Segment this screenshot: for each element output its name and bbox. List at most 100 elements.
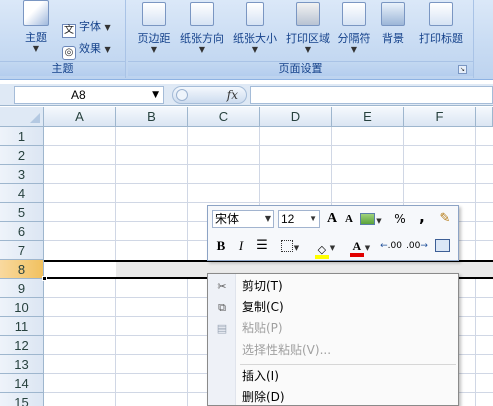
menu-item-insert[interactable]: 插入(I) (208, 367, 458, 386)
row-header[interactable]: 15 (0, 393, 44, 406)
row-header[interactable]: 9 (0, 279, 44, 298)
row-header[interactable]: 11 (0, 317, 44, 336)
comma-style-button[interactable]: , (416, 208, 428, 226)
copy-icon: ⧉ (218, 301, 226, 314)
name-box[interactable]: A8 ▼ (14, 86, 164, 104)
margins-icon (142, 2, 166, 26)
theme-fonts-button[interactable]: 文字体 ▼ (62, 18, 111, 38)
fill-handle[interactable] (42, 276, 47, 281)
effects-icon: ◎ (62, 46, 76, 60)
select-all-button[interactable] (0, 107, 44, 127)
font-color-button[interactable]: A ▼ (346, 237, 374, 257)
row-header[interactable]: 6 (0, 222, 44, 241)
gridline (44, 202, 493, 203)
margins-button[interactable]: 页边距 ▼ (134, 2, 174, 54)
menu-separator (240, 364, 456, 365)
themes-button[interactable]: 主题 ▼ (16, 0, 56, 53)
page-setup-group-label: 页面设置 (128, 61, 473, 76)
column-header-f[interactable]: F (404, 107, 476, 127)
formula-controls: fx (172, 86, 247, 104)
font-size-select[interactable]: 12 ▼ (278, 210, 320, 228)
theme-effects-button[interactable]: ◎ 效果 ▼ (62, 40, 111, 60)
themes-group: 主题 ▼ 文字体 ▼ ◎ 效果 ▼ 主题 (0, 0, 126, 78)
borders-icon (280, 240, 293, 252)
background-icon (381, 2, 405, 26)
ribbon: 主题 ▼ 文字体 ▼ ◎效果 ▼ 主题 页边距 ▼ 纸张方向 ▼ 纸张大小 ▼ (0, 0, 493, 80)
gridline (44, 183, 493, 184)
chevron-down-icon: ▼ (150, 45, 158, 54)
breaks-icon (342, 2, 366, 26)
printer-icon (296, 2, 320, 26)
row-header[interactable]: 1 (0, 127, 44, 146)
borders-button[interactable]: ▼ (276, 237, 304, 255)
align-center-icon[interactable]: ☰ (254, 237, 270, 255)
chevron-down-icon: ▼ (32, 44, 40, 53)
column-header-g[interactable] (476, 107, 493, 127)
print-titles-icon (429, 2, 453, 26)
row-header[interactable]: 14 (0, 374, 44, 393)
grow-font-button[interactable]: A (324, 210, 340, 228)
column-header-a[interactable]: A (44, 107, 116, 127)
print-area-button[interactable]: 打印区域 ▼ (283, 2, 333, 54)
chevron-down-icon: ▼ (350, 45, 358, 54)
breaks-button[interactable]: 分隔符 ▼ (335, 2, 373, 54)
menu-item-paste[interactable]: ▤ 粘贴(P) (208, 319, 458, 338)
italic-button[interactable]: I (234, 237, 248, 255)
active-cell-a8[interactable] (44, 262, 116, 277)
formula-bar: A8 ▼ fx (0, 84, 493, 106)
row-header[interactable]: 13 (0, 355, 44, 374)
orientation-icon (190, 2, 214, 26)
row-header[interactable]: 4 (0, 184, 44, 203)
expand-icon[interactable] (176, 89, 188, 101)
chevron-down-icon: ▼ (264, 214, 271, 223)
context-menu: ✂ 剪切(T) ⧉ 复制(C) ▤ 粘贴(P) 选择性粘贴(V)... 插入(I… (207, 273, 459, 406)
percent-style-button[interactable]: % (392, 210, 408, 228)
size-button[interactable]: 纸张大小 ▼ (229, 2, 281, 54)
dialog-launcher-icon[interactable]: ↘ (458, 65, 467, 74)
chevron-down-icon[interactable]: ▼ (152, 87, 159, 103)
column-header-b[interactable]: B (116, 107, 188, 127)
menu-item-paste-special[interactable]: 选择性粘贴(V)... (208, 341, 458, 360)
menu-item-delete[interactable]: 删除(D) (208, 388, 458, 406)
orientation-button[interactable]: 纸张方向 ▼ (176, 2, 228, 54)
insert-function-button[interactable]: fx (227, 87, 238, 103)
row-header[interactable]: 7 (0, 241, 44, 260)
chevron-down-icon: ▼ (198, 45, 206, 54)
column-header-c[interactable]: C (188, 107, 260, 127)
decrease-decimal-button[interactable]: .00→ (406, 237, 428, 255)
page-setup-group: 页边距 ▼ 纸张方向 ▼ 纸张大小 ▼ 打印区域 ▼ 分隔符 ▼ 背景 打印标题… (128, 0, 474, 78)
format-painter-icon[interactable]: ✎ (436, 210, 454, 228)
print-titles-button[interactable]: 打印标题 (415, 2, 467, 46)
row-header[interactable]: 2 (0, 146, 44, 165)
bold-button[interactable]: B (214, 237, 228, 255)
column-header-d[interactable]: D (260, 107, 332, 127)
fill-color-button[interactable]: ◇ ▼ (310, 237, 340, 259)
gridline (44, 145, 493, 146)
row-header[interactable]: 10 (0, 298, 44, 317)
chevron-down-icon: ▼ (251, 45, 259, 54)
row-header[interactable]: 5 (0, 203, 44, 222)
background-button[interactable]: 背景 (378, 2, 408, 46)
merge-icon-shape (434, 239, 450, 252)
chevron-down-icon: ▼ (376, 217, 382, 225)
menu-item-cut[interactable]: ✂ 剪切(T) (208, 277, 458, 296)
shrink-font-button[interactable]: A (342, 210, 356, 228)
increase-decimal-button[interactable]: ←.00 (380, 237, 402, 255)
gridline (44, 164, 493, 165)
fonts-icon: 文 (62, 24, 76, 38)
column-header-e[interactable]: E (332, 107, 404, 127)
row-header[interactable]: 3 (0, 165, 44, 184)
chevron-down-icon: ▼ (304, 45, 312, 54)
formula-input[interactable] (250, 86, 493, 104)
decrease-decimal-icon: → (420, 241, 428, 251)
accounting-format-button[interactable]: ▼ (358, 210, 384, 228)
select-all-icon (30, 113, 40, 123)
row-header-selected[interactable]: 8 (0, 260, 44, 279)
fill-bucket-icon: ◇ (314, 244, 329, 259)
merge-center-icon[interactable] (432, 237, 452, 255)
chevron-down-icon: ▼ (293, 244, 300, 252)
row-header[interactable]: 12 (0, 336, 44, 355)
chevron-down-icon: ▼ (364, 244, 371, 252)
menu-item-copy[interactable]: ⧉ 复制(C) (208, 298, 458, 317)
font-name-select[interactable]: 宋体 ▼ (212, 210, 274, 228)
